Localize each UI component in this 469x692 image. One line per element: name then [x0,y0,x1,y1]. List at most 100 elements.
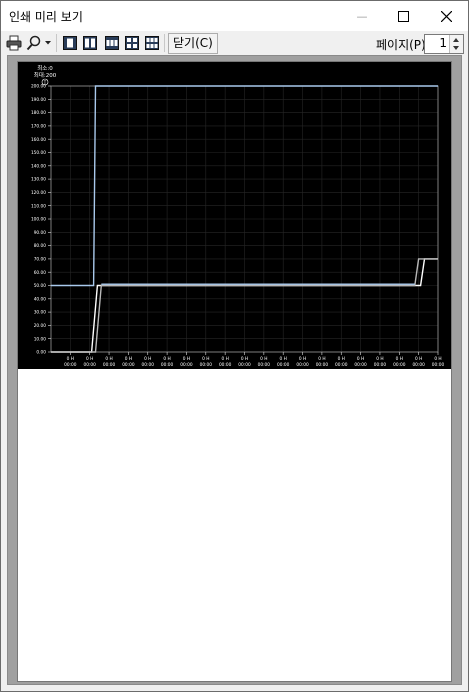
close-window-button[interactable] [424,1,468,31]
x-tick-sublabel: 00:00 [335,362,348,368]
y-tick-label: 0.00 [36,350,46,356]
x-tick-label: 0 H [105,356,112,362]
x-tick-label: 0 H [280,356,287,362]
six-pages-icon [145,36,159,50]
two-pages-icon [83,36,97,50]
x-tick-label: 0 H [67,356,74,362]
x-tick-sublabel: 00:00 [142,362,155,368]
spin-up-icon[interactable] [453,38,459,42]
page-number-value[interactable]: 1 [439,36,447,50]
x-tick-sublabel: 00:00 [180,362,193,368]
y-tick-label: 170.00 [31,124,46,130]
x-tick-label: 0 H [202,356,209,362]
x-tick-label: 0 H [396,356,403,362]
magnifier-icon [26,35,41,51]
y-tick-label: 110.00 [31,203,46,209]
x-tick-sublabel: 00:00 [103,362,116,368]
x-tick-sublabel: 00:00 [374,362,387,368]
x-tick-sublabel: 00:00 [296,362,309,368]
four-pages-icon [125,36,139,50]
y-tick-label: 120.00 [31,190,46,196]
three-pages-icon [105,36,119,50]
x-tick-label: 0 H [144,356,151,362]
two-pages-button[interactable] [81,34,99,52]
chevron-down-icon [45,41,51,45]
print-button[interactable] [5,34,23,52]
one-page-button[interactable] [61,34,79,52]
y-tick-label: 150.00 [31,150,46,156]
preview-page: 최소:0 최대:200 T 0.00 10.00 20.00 30.00 40.00 50… [17,61,452,682]
window-title: 인쇄 미리 보기 [9,10,83,24]
page-number-spinner[interactable]: 1 [424,34,464,54]
x-tick-sublabel: 00:00 [84,362,97,368]
x-tick-label: 0 H [376,356,383,362]
three-pages-button[interactable] [103,34,121,52]
x-tick-label: 0 H [318,356,325,362]
x-tick-sublabel: 00:00 [393,362,406,368]
one-page-icon [63,36,77,50]
close-icon [440,10,452,22]
y-tick-label: 60.00 [34,270,47,276]
print-preview-window: 인쇄 미리 보기 — 닫기(C) 페이지(P) 1 최소:0 최대:200 T … [0,0,469,692]
chart-svg: 최소:0 최대:200 T 0.0010.0020.0030.0040.0050… [31,64,445,368]
minimize-icon: — [356,9,368,23]
y-tick-label: 70.00 [34,257,47,263]
x-tick-sublabel: 00:00 [277,362,290,368]
y-tick-label: 50.00 [34,283,47,289]
toolbar: 닫기(C) 페이지(P) 1 [1,31,468,55]
y-tick-label: 100.00 [31,217,46,223]
x-tick-sublabel: 00:00 [258,362,271,368]
spinner-arrows[interactable] [449,35,463,53]
y-tick-label: 160.00 [31,137,46,143]
maximize-button[interactable] [381,1,425,31]
x-tick-sublabel: 00:00 [122,362,135,368]
x-tick-label: 0 H [357,356,364,362]
title-bar: 인쇄 미리 보기 — [1,1,468,31]
y-tick-label: 190.00 [31,97,46,103]
chart-max-label: 최대:200 [34,71,57,79]
spin-down-icon[interactable] [453,46,459,50]
x-tick-sublabel: 00:00 [316,362,329,368]
x-tick-sublabel: 00:00 [238,362,251,368]
x-tick-sublabel: 00:00 [64,362,77,368]
y-tick-label: 180.00 [31,110,46,116]
toolbar-separator [56,34,57,52]
x-tick-sublabel: 00:00 [200,362,213,368]
y-tick-label: 40.00 [34,296,47,302]
chart-min-label: 최소:0 [37,64,53,72]
x-tick-sublabel: 00:00 [432,362,445,368]
x-tick-label: 0 H [183,356,190,362]
zoom-button[interactable] [25,34,53,52]
x-tick-label: 0 H [434,356,441,362]
preview-area[interactable]: 최소:0 최대:200 T 0.00 10.00 20.00 30.00 40.00 50… [7,55,462,685]
close-preview-button[interactable]: 닫기(C) [168,33,218,54]
x-tick-label: 0 H [415,356,422,362]
toolbar-separator [164,34,165,52]
chart: 최소:0 최대:200 T 0.00 10.00 20.00 30.00 40.00 50… [18,62,451,369]
x-tick-sublabel: 00:00 [219,362,232,368]
y-tick-label: 140.00 [31,163,46,169]
page-label: 페이지(P) [376,38,426,52]
x-tick-label: 0 H [221,356,228,362]
x-tick-label: 0 H [241,356,248,362]
x-tick-sublabel: 00:00 [412,362,425,368]
x-tick-label: 0 H [299,356,306,362]
minimize-button[interactable]: — [340,1,384,31]
printer-icon [6,35,22,51]
y-tick-label: 200.00 [31,84,46,90]
y-tick-label: 20.00 [34,323,47,329]
six-pages-button[interactable] [143,34,161,52]
y-tick-label: 130.00 [31,177,46,183]
x-tick-sublabel: 00:00 [161,362,174,368]
x-tick-label: 0 H [125,356,132,362]
x-tick-sublabel: 00:00 [354,362,367,368]
y-tick-label: 10.00 [34,336,47,342]
y-tick-label: 80.00 [34,243,47,249]
y-tick-label: 30.00 [34,310,47,316]
x-tick-label: 0 H [86,356,93,362]
y-tick-label: 90.00 [34,230,47,236]
x-tick-label: 0 H [338,356,345,362]
maximize-icon [397,10,409,22]
x-tick-label: 0 H [163,356,170,362]
four-pages-button[interactable] [123,34,141,52]
